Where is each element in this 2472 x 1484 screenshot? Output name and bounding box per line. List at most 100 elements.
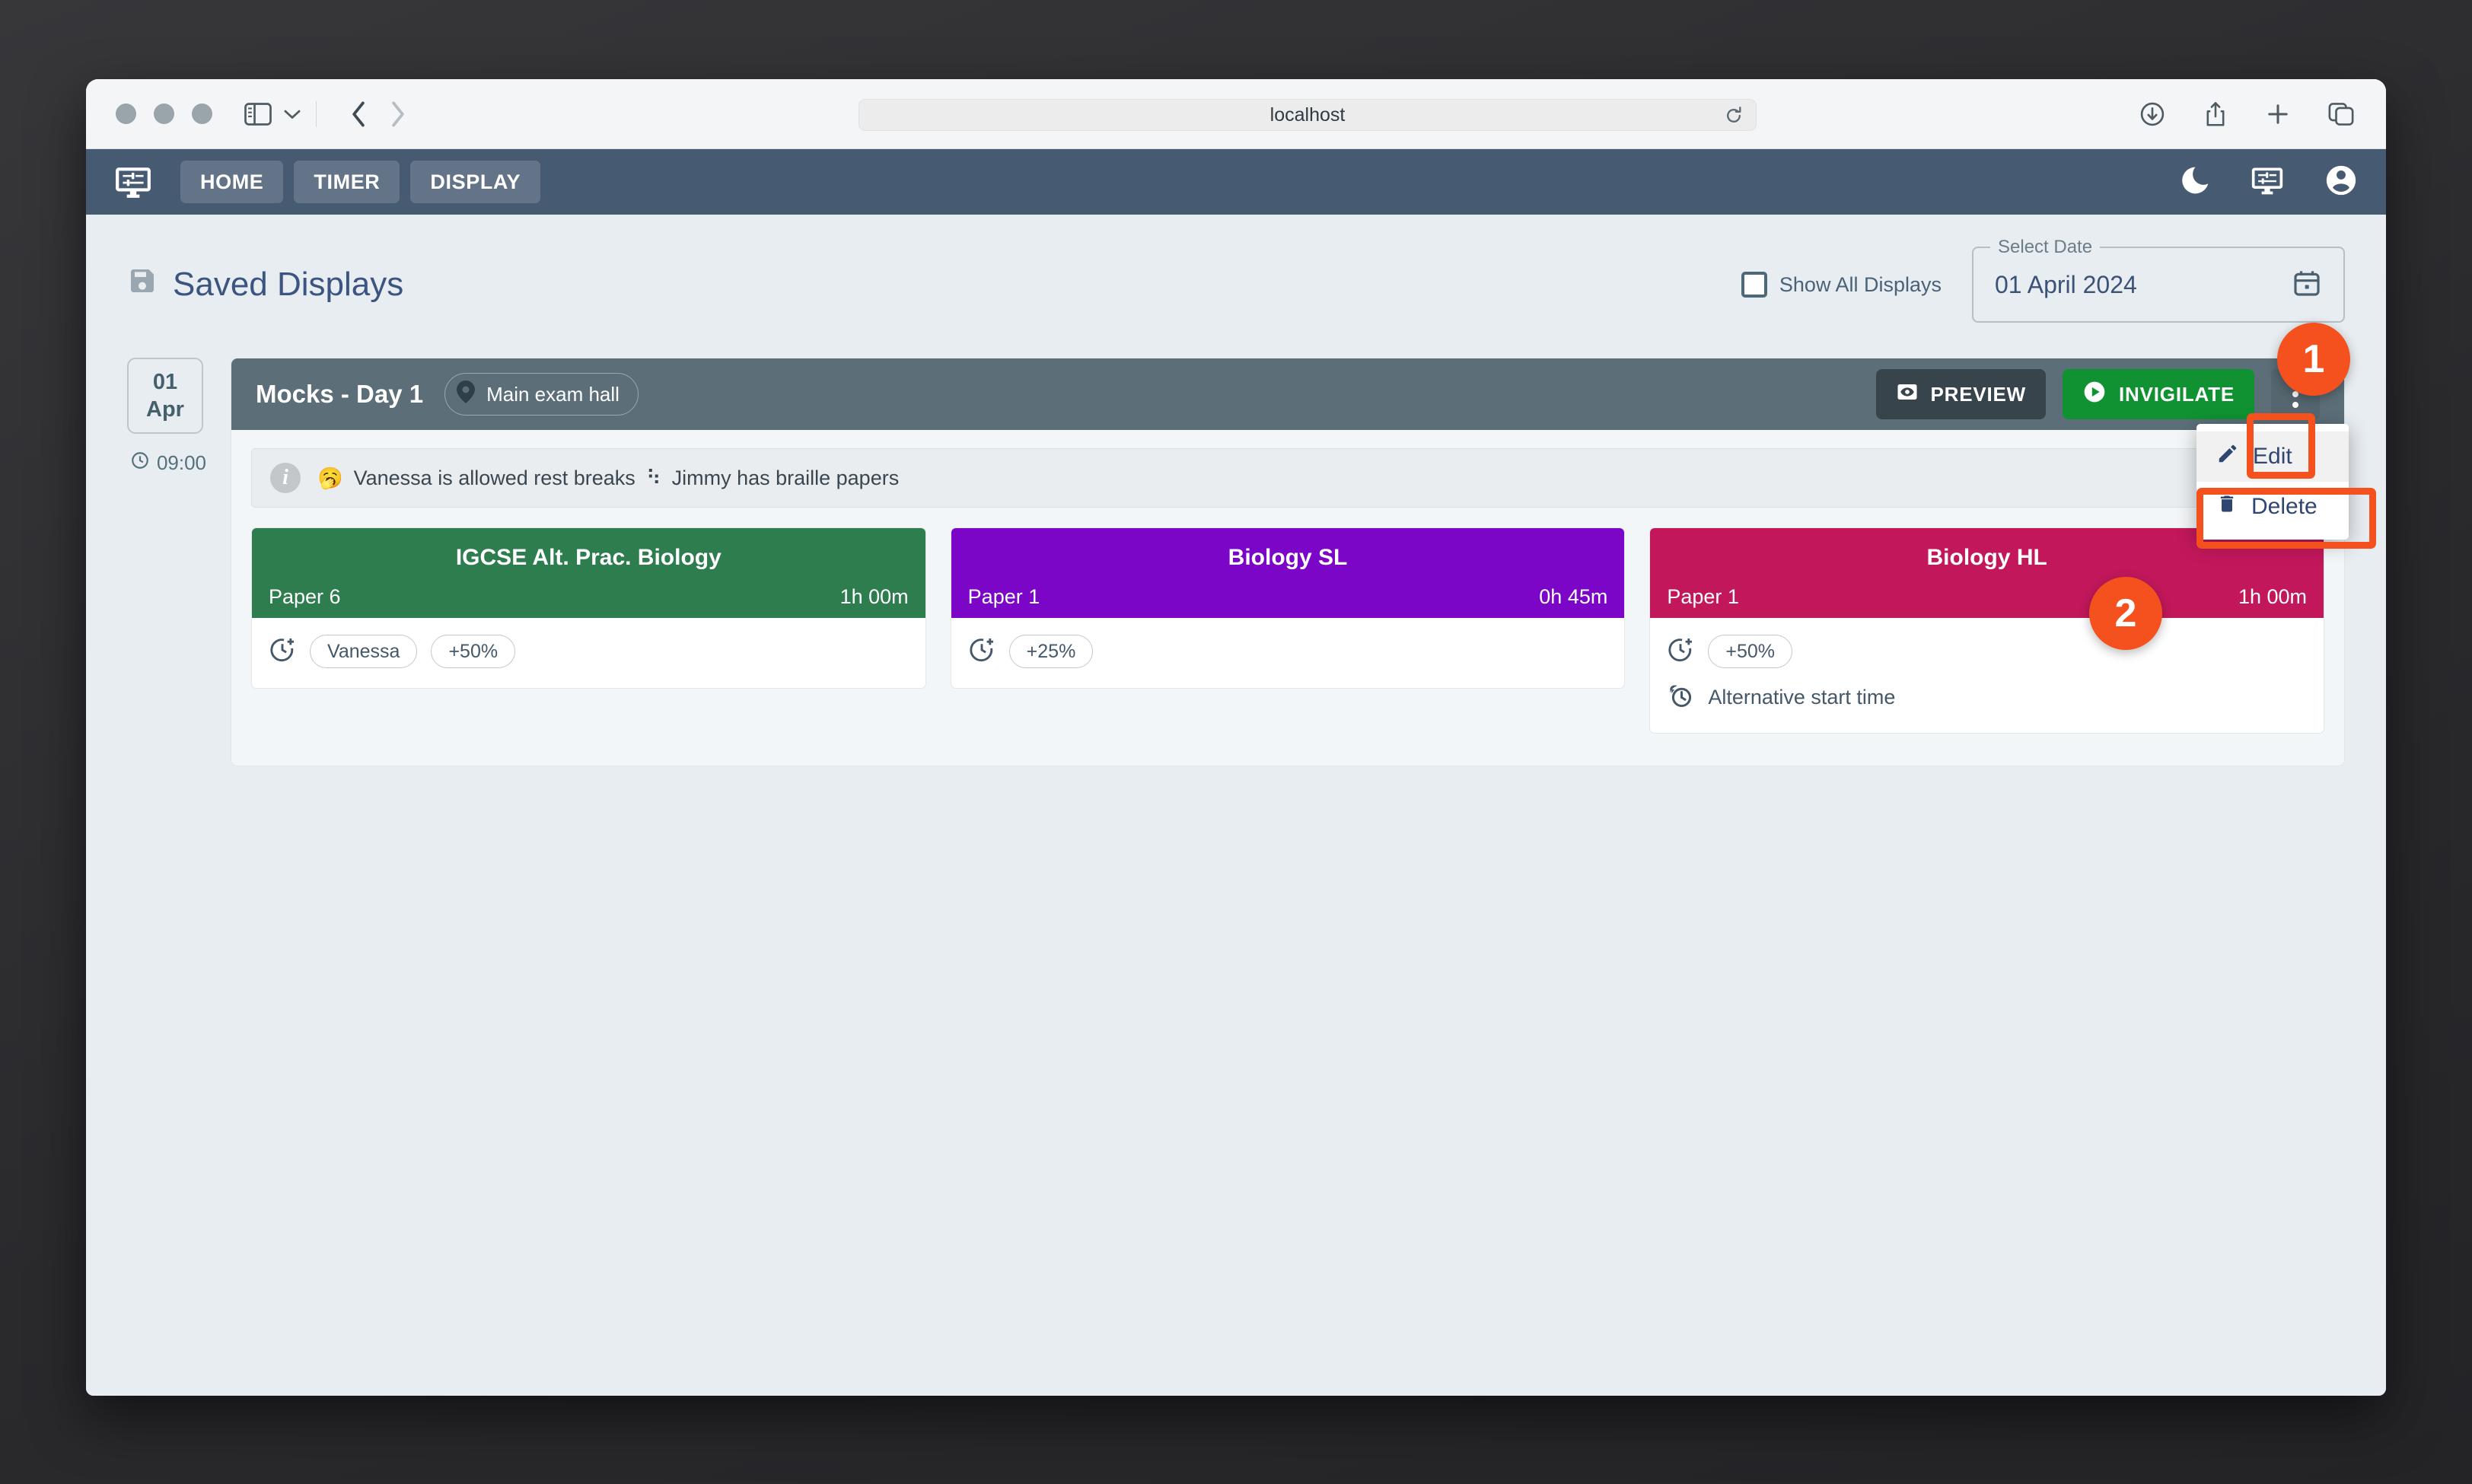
- exam-paper: Paper 6: [269, 585, 341, 608]
- exam-paper: Paper 1: [1667, 585, 1739, 608]
- exam-duration: 0h 45m: [1539, 585, 1608, 608]
- schedule-card-header: Mocks - Day 1 Main exam hall PREVIEW INV…: [231, 358, 2344, 430]
- more-time-icon: [269, 636, 296, 667]
- venue-label: Main exam hall: [486, 382, 620, 406]
- accommodation-row: +50%: [1667, 635, 2307, 668]
- sidebar-icon[interactable]: [244, 102, 272, 126]
- chevron-down-icon[interactable]: [282, 107, 302, 121]
- exam-card-header: Biology HL Paper 1 1h 00m: [1650, 528, 2324, 618]
- accommodations-note-text: 🥱 Vanessa is allowed rest breaks ⠳ Jimmy…: [317, 466, 899, 490]
- reload-icon[interactable]: [1724, 106, 1744, 131]
- exam-card-body: +25%: [951, 618, 1625, 688]
- nav-tab-home[interactable]: HOME: [180, 161, 284, 203]
- app-navigation-right: [2179, 163, 2359, 202]
- page-header-controls: Show All Displays Select Date 01 April 2…: [1741, 237, 2345, 323]
- browser-toolbar: localhost: [86, 79, 2386, 149]
- show-all-displays-label: Show All Displays: [1779, 272, 1942, 296]
- select-date-legend: Select Date: [1990, 237, 2101, 258]
- forward-arrow-icon[interactable]: [390, 100, 406, 129]
- preview-button-label: PREVIEW: [1930, 382, 2027, 406]
- day-month: Apr: [146, 397, 184, 422]
- exam-name: IGCSE Alt. Prac. Biology: [455, 545, 722, 570]
- download-icon[interactable]: [2139, 101, 2165, 127]
- exam-card[interactable]: IGCSE Alt. Prac. Biology Paper 6 1h 00m: [251, 527, 926, 689]
- browser-toolbar-right: [2139, 79, 2354, 149]
- note-segment-text-2: Jimmy has braille papers: [671, 466, 900, 489]
- select-date-field[interactable]: Select Date 01 April 2024: [1972, 237, 2345, 323]
- info-circle-icon: i: [270, 463, 301, 493]
- new-tab-plus-icon[interactable]: [2266, 102, 2290, 126]
- dark-mode-moon-icon[interactable]: [2179, 164, 2211, 200]
- note-segment-text-1: Vanessa is allowed rest breaks: [353, 466, 636, 489]
- minimize-window-button[interactable]: [154, 103, 174, 124]
- page-title: Saved Displays: [127, 266, 403, 304]
- exam-name: Biology SL: [1228, 545, 1348, 570]
- exam-card-header: IGCSE Alt. Prac. Biology Paper 6 1h 00m: [252, 528, 925, 618]
- nav-tab-timer[interactable]: TIMER: [294, 161, 400, 203]
- exam-duration: 1h 00m: [2238, 585, 2308, 608]
- menu-item-delete[interactable]: Delete: [2196, 482, 2349, 532]
- exam-paper: Paper 1: [967, 585, 1040, 608]
- schedule-actions: PREVIEW INVIGILATE: [1875, 369, 2320, 419]
- show-all-displays-checkbox[interactable]: [1741, 272, 1767, 298]
- step-badge-1: 1: [2277, 323, 2350, 396]
- menu-item-delete-label: Delete: [2251, 494, 2318, 519]
- accommodations-note-bar: i 🥱 Vanessa is allowed rest breaks ⠳ Jim…: [251, 448, 2324, 508]
- schedule-context-menu: Edit Delete: [2196, 424, 2349, 540]
- page-title-text: Saved Displays: [173, 266, 404, 303]
- exam-name: Biology HL: [1926, 545, 2047, 570]
- nav-tabs: HOME TIMER DISPLAY: [180, 161, 541, 203]
- accommodation-row: Vanessa +50%: [269, 635, 909, 668]
- nav-tab-timer-label: TIMER: [314, 170, 381, 193]
- step-badge-2-number: 2: [2114, 591, 2137, 635]
- desktop-background: localhost HOME TIMER DISPLAY Saved Displ…: [0, 0, 2472, 1484]
- nav-tab-display[interactable]: DISPLAY: [410, 161, 541, 203]
- url-text: localhost: [1269, 103, 1346, 126]
- preview-button[interactable]: PREVIEW: [1875, 369, 2047, 419]
- page-content: Saved Displays Show All Displays Select …: [86, 215, 2386, 1396]
- alarm-clock-icon: [1667, 682, 1694, 713]
- schedule-content: 01 Apr 09:00 Mocks - Day 1 Main exam hal…: [86, 323, 2386, 766]
- venue-chip: Main exam hall: [444, 373, 639, 416]
- clock-icon: [130, 451, 150, 476]
- location-pin-icon: [456, 380, 476, 409]
- schedule-title: Mocks - Day 1: [256, 380, 424, 408]
- show-all-displays-toggle[interactable]: Show All Displays: [1741, 272, 1942, 298]
- share-icon[interactable]: [2203, 100, 2228, 128]
- exam-card[interactable]: Biology SL Paper 1 0h 45m +25%: [950, 527, 1626, 689]
- exam-card[interactable]: Biology HL Paper 1 1h 00m +50% Alternati…: [1649, 527, 2325, 734]
- more-time-icon: [968, 636, 995, 667]
- day-number: 01: [152, 369, 178, 394]
- exam-card-body: Vanessa +50%: [252, 618, 925, 688]
- back-arrow-icon[interactable]: [350, 100, 367, 129]
- browser-window: localhost HOME TIMER DISPLAY Saved Displ…: [86, 79, 2386, 1396]
- nav-tab-home-label: HOME: [200, 170, 264, 193]
- tab-overview-icon[interactable]: [2328, 102, 2354, 126]
- accommodation-chip: +25%: [1008, 635, 1094, 668]
- note-segment-emoji-2: ⠳: [645, 466, 661, 489]
- menu-item-edit[interactable]: Edit: [2196, 432, 2349, 482]
- accommodation-chip: +50%: [431, 635, 516, 668]
- invigilate-button[interactable]: INVIGILATE: [2063, 369, 2254, 419]
- app-navigation-bar: HOME TIMER DISPLAY: [86, 149, 2386, 215]
- accommodation-row: +25%: [968, 635, 1608, 668]
- exam-card-body: +50% Alternative start time: [1650, 618, 2324, 733]
- trash-delete-icon: [2216, 492, 2238, 521]
- accommodation-chip: Vanessa: [310, 635, 418, 668]
- close-window-button[interactable]: [116, 103, 136, 124]
- exam-subheader: Paper 1 0h 45m: [968, 585, 1608, 609]
- maximize-window-button[interactable]: [192, 103, 212, 124]
- account-circle-icon[interactable]: [2324, 163, 2359, 202]
- exam-grid: IGCSE Alt. Prac. Biology Paper 6 1h 00m: [231, 508, 2344, 766]
- display-settings-icon[interactable]: [113, 162, 153, 202]
- day-start-time-text: 09:00: [156, 451, 207, 474]
- exam-duration: 1h 00m: [839, 585, 909, 608]
- calendar-icon[interactable]: [2292, 268, 2322, 302]
- play-circle-icon: [2082, 380, 2107, 409]
- address-bar[interactable]: localhost: [859, 99, 1757, 131]
- nav-tab-display-label: DISPLAY: [430, 170, 521, 193]
- pencil-edit-icon: [2216, 442, 2239, 471]
- accommodation-row: Alternative start time: [1667, 682, 2307, 713]
- display-settings-icon[interactable]: [2251, 164, 2284, 201]
- note-segment-emoji-1: 🥱: [317, 467, 343, 489]
